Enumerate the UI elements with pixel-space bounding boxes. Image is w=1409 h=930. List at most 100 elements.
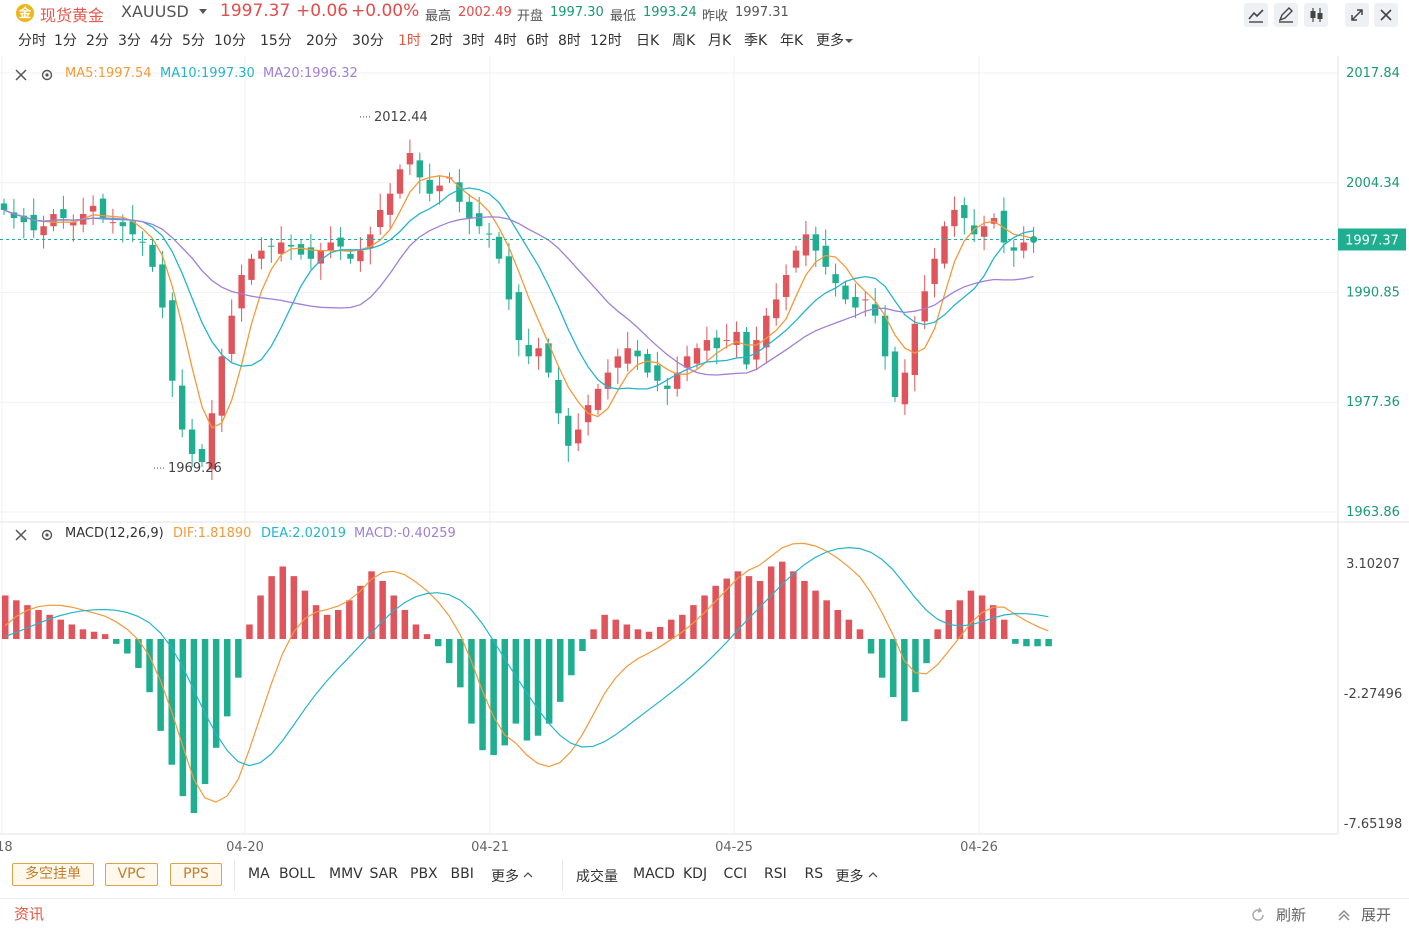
- candle: [743, 327, 750, 370]
- sub-indicator-1[interactable]: MACD: [633, 866, 675, 882]
- main-indicator-0[interactable]: MA: [248, 866, 270, 882]
- timeframe-19[interactable]: 月K: [708, 30, 731, 50]
- main-indicator-4[interactable]: PBX: [410, 866, 438, 882]
- macd-bar: [401, 609, 409, 639]
- macd-bar: [978, 595, 986, 639]
- timeframe-1[interactable]: 1分: [54, 30, 77, 50]
- news-tab[interactable]: 资讯: [14, 903, 44, 924]
- macd-bar: [201, 638, 209, 785]
- candle-body: [852, 296, 859, 308]
- timeframe-18[interactable]: 周K: [672, 30, 695, 50]
- settings-icon[interactable]: [40, 68, 54, 82]
- timeframe-0[interactable]: 分时: [18, 30, 46, 50]
- ma20-legend: MA20:1996.32: [263, 66, 358, 81]
- timeframe-3[interactable]: 3分: [118, 30, 141, 50]
- draw-tool-icon[interactable]: [1274, 3, 1298, 27]
- timeframe-17[interactable]: 日K: [636, 30, 659, 50]
- settings-icon[interactable]: [40, 528, 54, 542]
- refresh-button[interactable]: 刷新: [1276, 904, 1306, 925]
- symbol-code[interactable]: XAUUSD: [121, 2, 189, 21]
- timeframe-9[interactable]: 30分: [352, 30, 384, 50]
- macd-bar: [68, 624, 76, 639]
- candle-body: [119, 222, 126, 227]
- candle-body: [337, 237, 344, 247]
- hide-indicator-icon[interactable]: [14, 68, 28, 82]
- candle-body: [832, 274, 839, 284]
- candle: [624, 331, 631, 372]
- macd-bar: [346, 600, 353, 639]
- timeframe-5[interactable]: 5分: [182, 30, 205, 50]
- timeframe-11[interactable]: 2时: [430, 30, 453, 50]
- sub-indicator-5[interactable]: RS: [805, 866, 824, 882]
- candle: [782, 264, 790, 311]
- candle: [792, 245, 800, 273]
- order-book-tag[interactable]: 多空挂单: [12, 863, 94, 886]
- main-indicator-5[interactable]: BBI: [451, 866, 474, 882]
- sub-indicator-4[interactable]: RSI: [764, 866, 787, 882]
- timeframe-6[interactable]: 10分: [214, 30, 246, 50]
- current-price-text: 1997.37: [1345, 233, 1399, 248]
- sub-indicator-3[interactable]: CCI: [724, 866, 748, 882]
- main-indicator-1[interactable]: BOLL: [279, 866, 315, 882]
- candle-body: [782, 275, 790, 297]
- x-tick-label: 04-20: [226, 840, 264, 855]
- timeframe-15[interactable]: 8时: [558, 30, 581, 50]
- chevron-down-icon[interactable]: [199, 9, 207, 14]
- candle-body: [426, 179, 433, 194]
- candle: [822, 229, 829, 275]
- sub-indicator-6[interactable]: 更多: [836, 866, 864, 886]
- x-tick-label: 04-21: [471, 840, 509, 855]
- main-indicator-6[interactable]: 更多: [491, 866, 519, 886]
- line-tool-icon[interactable]: [1244, 3, 1268, 27]
- macd-bar: [457, 638, 464, 688]
- chevron-up-icon[interactable]: [523, 870, 533, 880]
- timeframe-10[interactable]: 1时: [398, 30, 421, 50]
- candle-body: [0, 203, 8, 210]
- vpc-tag[interactable]: VPC: [105, 863, 158, 886]
- dif-legend: DIF:1.81890: [173, 526, 252, 541]
- timeframe-21[interactable]: 年K: [780, 30, 803, 50]
- macd-bar: [512, 638, 520, 724]
- timeframe-14[interactable]: 6时: [526, 30, 549, 50]
- timeframe-12[interactable]: 3时: [462, 30, 485, 50]
- candle: [20, 207, 27, 239]
- chevron-up-icon[interactable]: [868, 870, 878, 880]
- chevron-down-icon[interactable]: [844, 36, 854, 46]
- expand-button[interactable]: 展开: [1361, 904, 1391, 925]
- close-icon[interactable]: [1374, 3, 1398, 27]
- fullscreen-icon[interactable]: [1345, 3, 1369, 27]
- timeframe-4[interactable]: 4分: [150, 30, 173, 50]
- timeframe-7[interactable]: 15分: [260, 30, 292, 50]
- timeframe-16[interactable]: 12时: [590, 30, 622, 50]
- macd-bar: [878, 638, 886, 678]
- main-indicator-3[interactable]: SAR: [370, 866, 398, 882]
- macd-bar: [534, 638, 542, 736]
- refresh-icon[interactable]: [1250, 907, 1266, 923]
- timeframe-2[interactable]: 2分: [86, 30, 109, 50]
- hide-indicator-icon[interactable]: [14, 528, 28, 542]
- sub-indicator-0[interactable]: 成交量: [576, 866, 618, 886]
- timeframe-13[interactable]: 4时: [494, 30, 517, 50]
- macd-bar: [568, 638, 575, 676]
- macd-bar: [101, 634, 109, 639]
- candle-body: [218, 356, 225, 416]
- main-indicator-2[interactable]: MMV: [329, 866, 363, 882]
- candle-body: [327, 242, 334, 251]
- pps-tag[interactable]: PPS: [170, 863, 222, 886]
- timeframe-20[interactable]: 季K: [744, 30, 767, 50]
- chevron-up-icon[interactable]: [1337, 908, 1351, 922]
- candle: [575, 413, 582, 452]
- candle-type-icon[interactable]: [1304, 3, 1328, 27]
- price-chart[interactable]: -18 04-20 04-21 04-25 04-26 2017.84 2004.34 199…: [0, 56, 1409, 864]
- macd-bar: [479, 638, 486, 751]
- candle-body: [188, 429, 196, 454]
- symbol-name[interactable]: 现货黄金: [40, 2, 104, 26]
- candle: [565, 407, 572, 463]
- timeframe-22[interactable]: 更多: [816, 30, 844, 50]
- candle: [297, 239, 305, 260]
- candle-body: [921, 291, 928, 322]
- info-bar: 资讯 刷新 展开: [0, 898, 1409, 930]
- open-label: 开盘: [517, 9, 544, 24]
- sub-indicator-2[interactable]: KDJ: [683, 866, 707, 882]
- timeframe-8[interactable]: 20分: [306, 30, 338, 50]
